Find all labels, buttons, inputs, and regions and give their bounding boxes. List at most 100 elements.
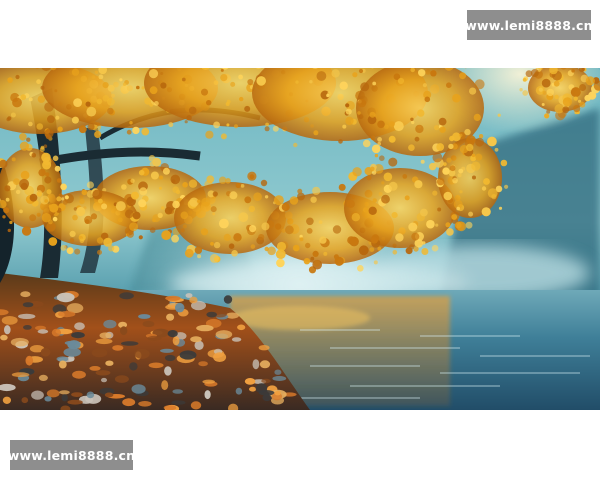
- leaf: [61, 197, 65, 201]
- leaf: [297, 188, 303, 194]
- leaf: [471, 153, 476, 158]
- leaf: [160, 82, 167, 89]
- leaf: [571, 69, 575, 73]
- leaf: [345, 116, 354, 126]
- leaf: [381, 194, 390, 204]
- pebble: [51, 328, 62, 337]
- leaf: [92, 189, 103, 200]
- pebble: [196, 324, 214, 332]
- leaf: [264, 195, 269, 199]
- leaf: [41, 152, 51, 163]
- leaf: [73, 98, 82, 107]
- leaf: [459, 133, 463, 137]
- leaf: [473, 113, 481, 121]
- pebble: [40, 347, 51, 357]
- pebble: [61, 394, 68, 402]
- leaf: [249, 225, 257, 233]
- leaf: [338, 183, 346, 191]
- leaf: [448, 143, 454, 150]
- leaf: [420, 159, 425, 164]
- leaf: [36, 123, 44, 130]
- leaf: [149, 227, 156, 233]
- leaf: [40, 195, 50, 205]
- pebble: [215, 330, 233, 339]
- leaf: [240, 184, 245, 188]
- leaf: [138, 235, 143, 240]
- leaf: [388, 181, 398, 191]
- leaf: [29, 214, 37, 222]
- leaf: [130, 178, 135, 183]
- leaf: [483, 178, 490, 185]
- leaf: [498, 206, 503, 210]
- leaf: [397, 77, 405, 85]
- leaf: [69, 238, 75, 243]
- pebble: [101, 377, 107, 383]
- leaf: [428, 162, 437, 171]
- leaf: [573, 96, 578, 101]
- leaf: [126, 85, 133, 92]
- leaf: [342, 124, 347, 129]
- leaf: [213, 241, 221, 249]
- leaf: [79, 198, 85, 205]
- leaf: [306, 217, 314, 226]
- leaf: [410, 117, 414, 121]
- leaf: [161, 206, 165, 210]
- pebble: [160, 348, 174, 353]
- pebble: [56, 292, 75, 303]
- pebble: [119, 292, 134, 300]
- leaf: [468, 211, 474, 217]
- leaf: [267, 246, 276, 256]
- leaf: [206, 175, 215, 184]
- leaf: [223, 233, 231, 241]
- leaf: [20, 170, 30, 180]
- leaf: [201, 88, 208, 96]
- leaf: [38, 168, 46, 177]
- leaf: [497, 113, 501, 117]
- leaf: [449, 165, 456, 172]
- leaf: [158, 186, 162, 190]
- leaf: [358, 68, 364, 74]
- pebble: [112, 345, 124, 351]
- leaf: [96, 98, 103, 105]
- leaf: [541, 78, 551, 88]
- leaf: [49, 203, 59, 213]
- leaf: [15, 74, 20, 80]
- pebble: [255, 383, 268, 394]
- pebble: [167, 330, 178, 338]
- leaf: [247, 171, 257, 181]
- leaf: [369, 247, 375, 253]
- leaf: [228, 243, 235, 249]
- leaf: [306, 228, 313, 234]
- leaf: [182, 182, 188, 188]
- leaf: [546, 88, 554, 97]
- leaf: [172, 200, 180, 209]
- leaf: [231, 250, 238, 257]
- leaf: [475, 153, 483, 161]
- leaf: [504, 184, 509, 189]
- leaf: [48, 237, 58, 246]
- leaf: [305, 242, 311, 249]
- leaf: [247, 79, 254, 85]
- leaf: [136, 85, 140, 90]
- leaf: [26, 137, 31, 142]
- pebble: [105, 360, 114, 366]
- pebble: [21, 397, 29, 404]
- leaf: [588, 91, 597, 100]
- pebble: [261, 378, 271, 384]
- pebble: [161, 380, 169, 391]
- leaf: [157, 212, 163, 218]
- leaf: [326, 93, 330, 98]
- leaf: [12, 97, 22, 108]
- leaf: [56, 196, 62, 202]
- leaf: [52, 155, 59, 162]
- leaf: [346, 199, 355, 208]
- leaf: [5, 197, 10, 202]
- leaf: [331, 69, 340, 78]
- leaf: [310, 256, 315, 261]
- watermark-top-text: www.lemi8888.cn: [465, 17, 593, 33]
- leaf: [366, 175, 372, 181]
- leaf: [312, 259, 323, 270]
- leaf: [2, 215, 6, 219]
- leaf: [372, 81, 377, 86]
- pebble: [198, 361, 208, 367]
